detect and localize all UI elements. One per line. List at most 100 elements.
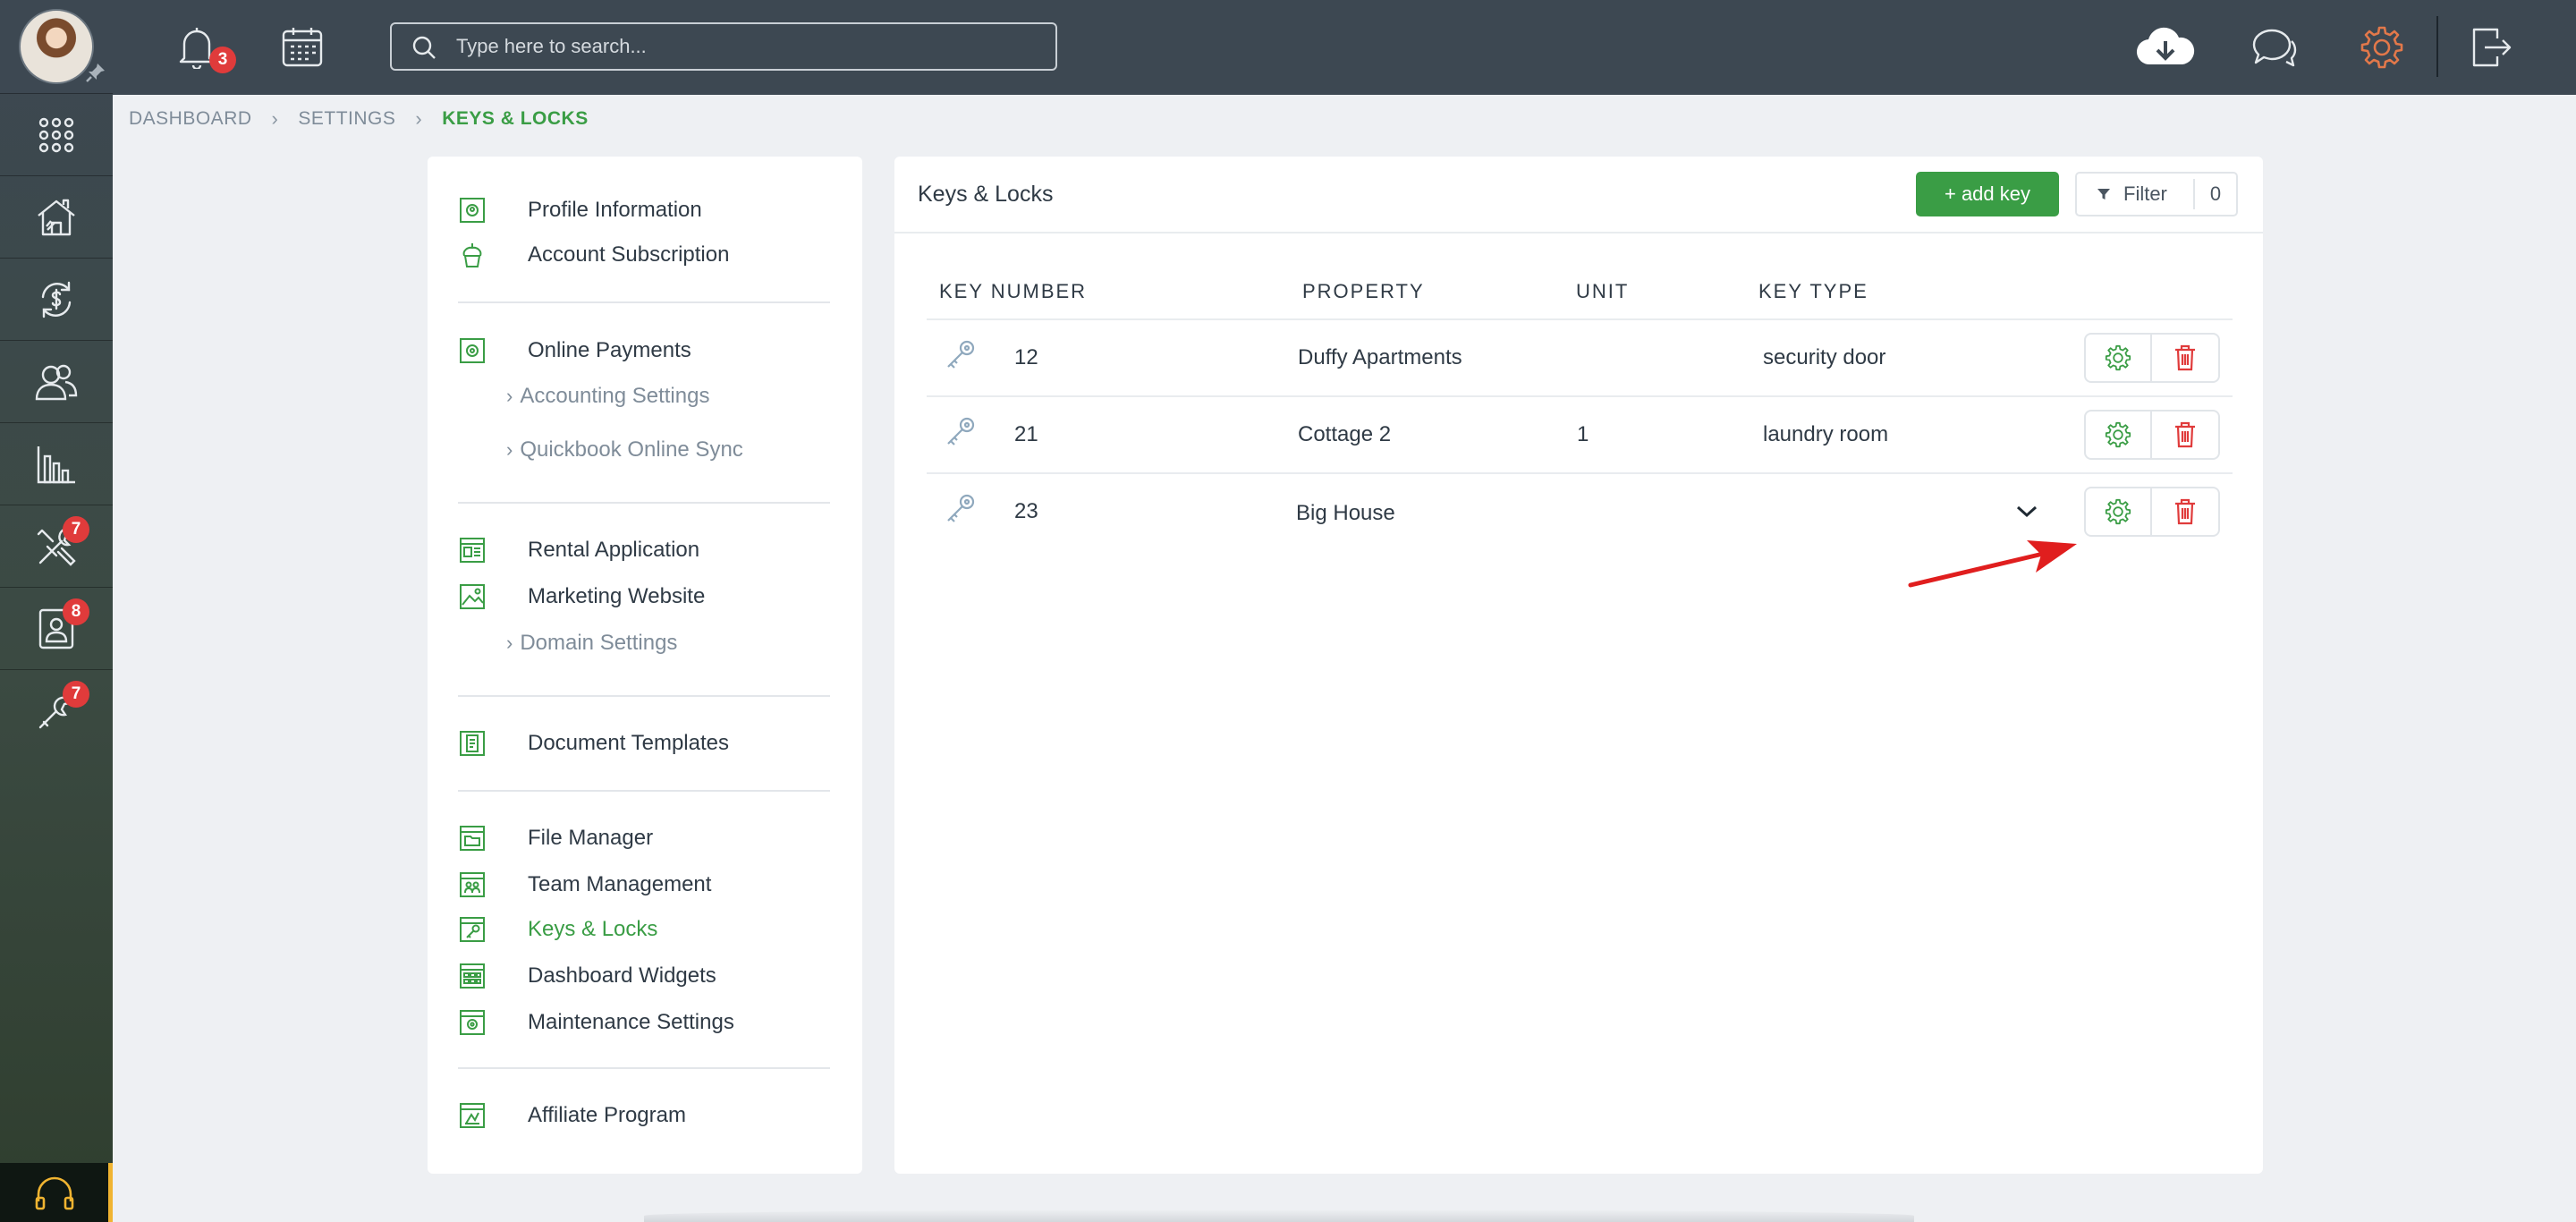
menu-label: Document Templates — [528, 731, 729, 755]
support-button[interactable] — [0, 1163, 113, 1222]
profile-icon — [458, 196, 487, 225]
menu-label: File Manager — [528, 826, 654, 850]
submenu-quickbook-online-sync[interactable]: › Quickbook Online Sync — [506, 432, 743, 468]
maintenance-badge: 7 — [63, 516, 89, 543]
submenu-accounting-settings[interactable]: › Accounting Settings — [506, 378, 709, 414]
chevron-down-icon[interactable] — [2014, 501, 2039, 521]
keys-locks-panel: Keys & Locks + add key Filter 0 KEY NUMB… — [894, 157, 2263, 1174]
menu-item-team-management[interactable]: Team Management — [458, 867, 711, 903]
folder-icon — [458, 824, 487, 853]
pin-icon[interactable] — [84, 61, 107, 84]
topbar-divider — [2436, 16, 2438, 77]
avatar-area — [0, 0, 113, 93]
search-icon — [411, 35, 436, 60]
property-cell: Duffy Apartments — [1298, 345, 1462, 369]
document-icon — [458, 729, 487, 758]
menu-item-keys-locks[interactable]: Keys & Locks — [458, 912, 657, 947]
apps-grid-icon — [38, 116, 75, 154]
menu-item-maintenance-settings[interactable]: Maintenance Settings — [458, 1005, 734, 1040]
submenu-domain-settings[interactable]: › Domain Settings — [506, 625, 677, 661]
chevron-right-icon: › — [506, 385, 513, 407]
breadcrumb-keys-locks: KEYS & LOCKS — [442, 108, 589, 129]
edit-key-button[interactable] — [2084, 333, 2152, 383]
payments-settings-icon — [458, 336, 487, 365]
apps-grid-nav[interactable] — [0, 93, 113, 175]
menu-divider — [458, 695, 830, 697]
image-icon — [458, 582, 487, 611]
column-header-key-type: KEY TYPE — [1758, 280, 1868, 302]
table-row: 21 Cottage 2 1 laundry room — [927, 397, 2233, 474]
calendar-button[interactable] — [276, 21, 328, 73]
breadcrumb-settings[interactable]: SETTINGS — [298, 108, 395, 130]
tenants-nav[interactable]: 8 — [0, 587, 113, 669]
calendar-icon — [281, 26, 324, 69]
filter-button[interactable]: Filter 0 — [2075, 172, 2238, 216]
annotation-arrow-icon — [1905, 533, 2084, 590]
trash-icon — [2174, 344, 2197, 371]
filter-funnel-icon — [2097, 187, 2123, 201]
trash-icon — [2174, 498, 2197, 525]
cupcake-icon — [458, 241, 487, 269]
menu-item-affiliate-program[interactable]: Affiliate Program — [458, 1098, 686, 1133]
edit-key-button[interactable] — [2084, 410, 2152, 460]
menu-item-account-subscription[interactable]: Account Subscription — [458, 237, 729, 273]
menu-item-dashboard-widgets[interactable]: Dashboard Widgets — [458, 958, 716, 994]
search-box[interactable] — [390, 22, 1057, 71]
messages-button[interactable] — [2249, 21, 2301, 73]
breadcrumb-chevron-icon: › — [415, 107, 423, 130]
breadcrumb-dashboard[interactable]: DASHBOARD — [129, 108, 252, 130]
column-header-property: PROPERTY — [1302, 280, 1425, 302]
key-type-cell: laundry room — [1763, 422, 1889, 446]
tools-badge: 7 — [63, 681, 89, 708]
add-key-button[interactable]: + add key — [1916, 172, 2059, 216]
contacts-nav[interactable] — [0, 340, 113, 422]
filter-label-area: Filter — [2077, 179, 2195, 209]
table-row: 12 Duffy Apartments security door — [927, 320, 2233, 397]
menu-item-file-manager[interactable]: File Manager — [458, 820, 653, 856]
menu-item-online-payments[interactable]: Online Payments — [458, 333, 691, 369]
menu-label: Rental Application — [528, 538, 700, 562]
menu-item-marketing-website[interactable]: Marketing Website — [458, 579, 705, 615]
widgets-icon — [458, 962, 487, 990]
people-icon — [35, 361, 78, 403]
logout-button[interactable] — [2465, 21, 2517, 73]
delete-key-button[interactable] — [2152, 410, 2220, 460]
chevron-right-icon: › — [506, 632, 513, 654]
key-icon — [943, 490, 979, 526]
affiliate-icon — [458, 1101, 487, 1130]
key-icon — [943, 336, 979, 372]
settings-button[interactable] — [2356, 21, 2408, 73]
menu-item-rental-application[interactable]: Rental Application — [458, 532, 699, 568]
headset-icon — [33, 1175, 76, 1210]
bar-chart-icon — [36, 444, 77, 485]
payments-nav[interactable] — [0, 258, 113, 340]
left-sidebar: 7 8 7 — [0, 0, 113, 1222]
cloud-download-icon — [2136, 27, 2195, 68]
notification-badge: 3 — [209, 47, 236, 73]
bottom-shadow — [644, 1209, 1914, 1222]
maintenance-nav[interactable]: 7 — [0, 505, 113, 587]
breadcrumb-chevron-icon: › — [271, 107, 279, 130]
properties-nav[interactable] — [0, 175, 113, 258]
menu-label: Profile Information — [528, 198, 702, 222]
tools-nav[interactable]: 7 — [0, 669, 113, 751]
chat-bubbles-icon — [2252, 27, 2297, 68]
unit-cell: 1 — [1577, 422, 1589, 446]
avatar[interactable] — [19, 9, 94, 84]
menu-item-document-templates[interactable]: Document Templates — [458, 726, 729, 761]
menu-label: Marketing Website — [528, 584, 706, 608]
key-icon — [943, 413, 979, 449]
tenants-badge: 8 — [63, 598, 89, 625]
menu-item-profile-information[interactable]: Profile Information — [458, 192, 702, 228]
key-type-cell: security door — [1763, 345, 1886, 369]
menu-label: Account Subscription — [528, 242, 730, 267]
chevron-right-icon: › — [506, 438, 513, 461]
delete-key-button[interactable] — [2152, 487, 2220, 537]
search-input[interactable] — [454, 24, 1045, 69]
edit-key-button[interactable] — [2084, 487, 2152, 537]
key-number-cell: 12 — [1014, 345, 1038, 369]
reports-nav[interactable] — [0, 422, 113, 505]
delete-key-button[interactable] — [2152, 333, 2220, 383]
download-button[interactable] — [2134, 21, 2197, 73]
settings-menu: Profile Information Account Subscription… — [428, 157, 862, 1174]
